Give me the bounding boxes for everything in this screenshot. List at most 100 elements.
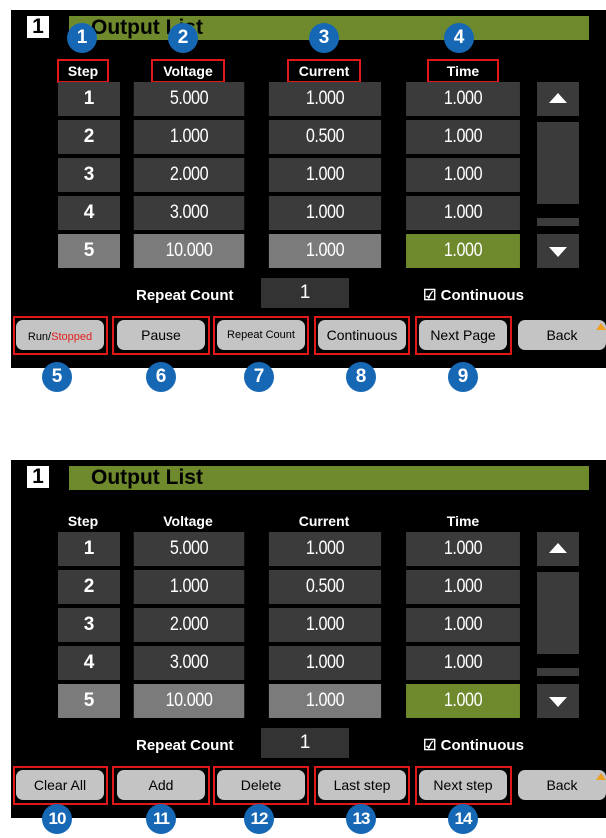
step-cell[interactable]: 1	[58, 82, 120, 116]
scroll-up-arrow-icon	[549, 93, 567, 103]
scrollbar-track[interactable]	[537, 122, 579, 226]
current-cell[interactable]: 1.000	[268, 196, 382, 230]
column-header-voltage: Voltage	[163, 513, 213, 529]
continuous-checkbox[interactable]: ☑ Continuous	[423, 735, 524, 757]
corner-arrow-icon	[596, 323, 606, 330]
voltage-cell[interactable]: 2.000	[133, 608, 245, 642]
column-header-step: Step	[67, 513, 99, 529]
back-label: Back	[546, 777, 578, 793]
step-cell[interactable]: 2	[58, 120, 120, 154]
callout-10: 10	[42, 804, 72, 834]
current-cell[interactable]: 1.000	[268, 158, 382, 192]
scrollbar-thumb[interactable]	[537, 204, 579, 218]
current-cell[interactable]: 0.500	[268, 120, 382, 154]
callout-8: 8	[346, 362, 376, 392]
corner-arrow-icon	[596, 773, 606, 780]
scroll-down-button[interactable]	[537, 684, 579, 718]
callout-6: 6	[146, 362, 176, 392]
current-cell[interactable]: 0.500	[268, 570, 382, 604]
time-cell[interactable]: 1.000	[406, 82, 520, 116]
voltage-cell[interactable]: 1.000	[133, 570, 245, 604]
channel-indicator: 1	[27, 16, 49, 38]
scroll-down-arrow-icon	[549, 697, 567, 707]
voltage-cell[interactable]: 2.000	[133, 158, 245, 192]
voltage-cell[interactable]: 3.000	[133, 646, 245, 680]
scroll-up-button[interactable]	[537, 532, 579, 566]
voltage-cell[interactable]: 5.000	[133, 532, 245, 566]
column-header-time: Time	[427, 59, 499, 83]
current-cell[interactable]: 1.000	[268, 646, 382, 680]
callout-9: 9	[448, 362, 478, 392]
voltage-cell[interactable]: 1.000	[133, 120, 245, 154]
time-cell[interactable]: 1.000	[406, 646, 520, 680]
scrollbar-track[interactable]	[537, 572, 579, 676]
current-cell[interactable]: 1.000	[268, 82, 382, 116]
callout-3: 3	[309, 23, 339, 53]
current-cell[interactable]: 1.000	[268, 608, 382, 642]
repeat-count-field[interactable]: 1	[261, 728, 349, 758]
back-button[interactable]: Back	[518, 770, 606, 800]
time-cell[interactable]: 1.000	[406, 120, 520, 154]
scroll-down-arrow-icon	[549, 247, 567, 257]
time-cell[interactable]: 1.000	[406, 608, 520, 642]
callout-1: 1	[67, 23, 97, 53]
voltage-cell[interactable]: 10.000	[133, 234, 245, 268]
step-cell[interactable]: 3	[58, 158, 120, 192]
column-header-step: Step	[57, 59, 109, 83]
callout-4: 4	[444, 23, 474, 53]
step-cell[interactable]: 5	[58, 684, 120, 718]
callout-12: 12	[244, 804, 274, 834]
repeat-count-label: Repeat Count	[136, 737, 234, 754]
callout-7: 7	[244, 362, 274, 392]
delete-button[interactable]: Delete	[217, 770, 305, 800]
channel-indicator: 1	[27, 466, 49, 488]
back-button[interactable]: Back	[518, 320, 606, 350]
current-cell[interactable]: 1.000	[268, 532, 382, 566]
continuous-button[interactable]: Continuous	[318, 320, 406, 350]
run-stop-button[interactable]: Run/Stopped	[16, 320, 104, 350]
scroll-up-button[interactable]	[537, 82, 579, 116]
callout-2: 2	[168, 23, 198, 53]
step-cell[interactable]: 5	[58, 234, 120, 268]
title-bar: 1 Output List	[11, 460, 589, 490]
pause-button[interactable]: Pause	[117, 320, 205, 350]
step-cell[interactable]: 2	[58, 570, 120, 604]
step-cell[interactable]: 3	[58, 608, 120, 642]
current-cell[interactable]: 1.000	[268, 234, 382, 268]
add-button[interactable]: Add	[117, 770, 205, 800]
output-list-screen-top: 1 Output List Step Voltage Current Time …	[11, 10, 606, 368]
scroll-up-arrow-icon	[549, 543, 567, 553]
repeat-count-button[interactable]: Repeat Count	[217, 320, 305, 350]
back-label: Back	[546, 327, 578, 343]
scrollbar-thumb[interactable]	[537, 654, 579, 668]
column-header-current: Current	[298, 513, 350, 529]
time-cell[interactable]: 1.000	[406, 570, 520, 604]
time-cell[interactable]: 1.000	[406, 196, 520, 230]
callout-14: 14	[448, 804, 478, 834]
run-label: Run/	[27, 331, 52, 343]
voltage-cell[interactable]: 10.000	[133, 684, 245, 718]
continuous-checkbox[interactable]: ☑ Continuous	[423, 285, 524, 307]
time-cell-editing[interactable]: 1.000	[406, 684, 520, 718]
page-title: Output List	[91, 466, 203, 489]
repeat-count-field[interactable]: 1	[261, 278, 349, 308]
voltage-cell[interactable]: 5.000	[133, 82, 245, 116]
clear-all-button[interactable]: Clear All	[16, 770, 104, 800]
next-page-button[interactable]: Next Page	[419, 320, 507, 350]
time-cell-editing[interactable]: 1.000	[406, 234, 520, 268]
step-cell[interactable]: 1	[58, 532, 120, 566]
column-header-voltage: Voltage	[151, 59, 225, 83]
voltage-cell[interactable]: 3.000	[133, 196, 245, 230]
step-cell[interactable]: 4	[58, 646, 120, 680]
callout-11: 11	[146, 804, 176, 834]
scroll-down-button[interactable]	[537, 234, 579, 268]
stopped-status: Stopped	[51, 331, 93, 343]
time-cell[interactable]: 1.000	[406, 158, 520, 192]
current-cell[interactable]: 1.000	[268, 684, 382, 718]
callout-5: 5	[42, 362, 72, 392]
last-step-button[interactable]: Last step	[318, 770, 406, 800]
next-step-button[interactable]: Next step	[419, 770, 507, 800]
step-cell[interactable]: 4	[58, 196, 120, 230]
title-bar: 1 Output List	[11, 10, 589, 40]
time-cell[interactable]: 1.000	[406, 532, 520, 566]
